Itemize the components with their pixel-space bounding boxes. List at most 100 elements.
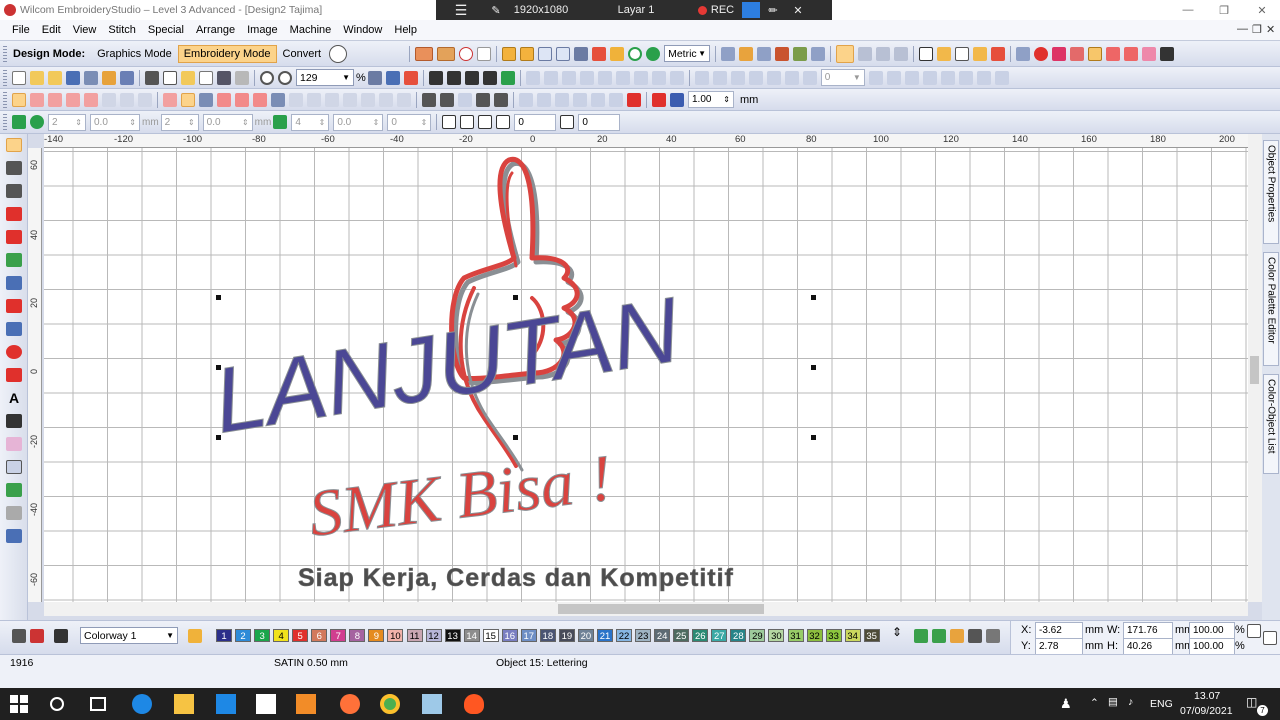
select-arrow-icon[interactable]: [6, 138, 22, 152]
lock-proportions-icon[interactable]: [1247, 624, 1261, 638]
fill-type-icon-8[interactable]: [289, 92, 303, 107]
mdi-minimize-button[interactable]: —: [1237, 23, 1248, 35]
colorway-tool-icon-1[interactable]: [12, 629, 26, 643]
stitch-toggle-icon-2[interactable]: [446, 70, 461, 85]
checkbox-icon[interactable]: [919, 46, 934, 61]
wave-icon[interactable]: [6, 230, 22, 244]
language-indicator[interactable]: ENG: [1150, 698, 1173, 710]
colorway-tool-icon-2[interactable]: [30, 629, 44, 643]
volume-icon[interactable]: ♪: [1128, 696, 1133, 708]
color-swatch[interactable]: 17: [520, 629, 537, 642]
align-icon-8[interactable]: [651, 70, 666, 85]
stitch-type-icon-4[interactable]: [66, 92, 80, 107]
reset-icon[interactable]: [30, 115, 44, 129]
menu-help[interactable]: Help: [388, 20, 423, 41]
property-spinner-1[interactable]: 2 ⇕: [48, 113, 86, 131]
pull-comp-blue-icon[interactable]: [670, 92, 684, 107]
menu-edit[interactable]: Edit: [36, 20, 67, 41]
color-swatch[interactable]: 9: [368, 629, 385, 642]
align-icon-5[interactable]: [597, 70, 612, 85]
hoop-icon[interactable]: [721, 46, 736, 61]
windows-start-icon[interactable]: [10, 695, 28, 713]
y-field[interactable]: 2.78: [1035, 638, 1083, 655]
design-text-tagline[interactable]: Siap Kerja, Cerdas dan Kompetitif: [298, 564, 734, 593]
menu-arrange[interactable]: Arrange: [190, 20, 241, 41]
fill-type-icon-9[interactable]: [307, 92, 321, 107]
reshape-green-icon[interactable]: [12, 115, 26, 129]
edge-icon[interactable]: [132, 694, 152, 714]
outline-tool-icon[interactable]: [477, 46, 492, 61]
fill-tool-icon[interactable]: [415, 46, 434, 61]
view-icon-3[interactable]: [894, 46, 909, 61]
reshape-node-icon[interactable]: [6, 161, 22, 175]
text-tool-icon[interactable]: A: [6, 391, 22, 405]
fill-type-icon-1[interactable]: [163, 92, 177, 107]
menu-image[interactable]: Image: [241, 20, 284, 41]
network-icon[interactable]: ▤: [1108, 696, 1118, 708]
align-icon-1[interactable]: [525, 70, 540, 85]
color-swatch[interactable]: 10: [387, 629, 404, 642]
stitch-edit-icon[interactable]: [6, 207, 22, 221]
save-icon[interactable]: [66, 70, 80, 85]
tab-object-properties[interactable]: Object Properties: [1263, 140, 1279, 244]
fill-type-icon-13[interactable]: [379, 92, 393, 107]
menu-window[interactable]: Window: [337, 20, 388, 41]
color-swatch[interactable]: 7: [330, 629, 347, 642]
color-swatch[interactable]: 30: [768, 629, 785, 642]
color-swatch[interactable]: 19: [558, 629, 575, 642]
color-swatch[interactable]: 32: [806, 629, 823, 642]
convert-button[interactable]: Convert: [277, 45, 328, 63]
rotate-icon-1[interactable]: [868, 70, 883, 85]
design-text-lanjutan[interactable]: LANJUTAN: [207, 278, 687, 453]
pin-icon[interactable]: ✎: [486, 4, 506, 17]
add-color-icon[interactable]: [914, 629, 928, 643]
globe-icon[interactable]: [329, 44, 348, 63]
vertical-scrollbar[interactable]: [1248, 134, 1262, 602]
rotate-icon-7[interactable]: [976, 70, 991, 85]
frame-tool-icon[interactable]: [6, 460, 22, 474]
stitch-type-icon-6[interactable]: [102, 92, 116, 107]
tie-icon[interactable]: [991, 46, 1006, 61]
fill-type-icon-5[interactable]: [235, 92, 249, 107]
overview-icon[interactable]: [385, 70, 400, 85]
fill-type-icon-11[interactable]: [343, 92, 357, 107]
lock-icon[interactable]: [1106, 46, 1121, 61]
align-icon-9[interactable]: [669, 70, 684, 85]
pen-icon[interactable]: ✏: [760, 4, 786, 17]
design-canvas[interactable]: LANJUTAN SMK Bisa ! Siap Kerja, Cerdas d…: [44, 148, 1248, 602]
effect-icon-2[interactable]: [610, 46, 625, 61]
color-swatch[interactable]: 16: [501, 629, 518, 642]
color-swatch[interactable]: 6: [311, 629, 328, 642]
grid-toggle-icon[interactable]: [367, 70, 382, 85]
rotate-icon-2[interactable]: [886, 70, 901, 85]
x-field[interactable]: -3.62: [1035, 622, 1083, 639]
colorway-tool-icon-3[interactable]: [54, 629, 68, 643]
align-icon-2[interactable]: [543, 70, 558, 85]
ellipse-tool-icon[interactable]: [6, 345, 22, 359]
color-swatch[interactable]: 14: [463, 629, 480, 642]
help-icon[interactable]: [403, 70, 418, 85]
color-swatch[interactable]: 25: [673, 629, 690, 642]
menu-icon[interactable]: ☰: [436, 2, 486, 19]
color-swatch[interactable]: 1: [216, 629, 232, 642]
curve-tool-icon[interactable]: [6, 322, 22, 336]
effect-icon-c[interactable]: [458, 92, 472, 107]
grid-icon[interactable]: [538, 46, 553, 61]
property-spinner-4[interactable]: 0.0 ⇕: [202, 113, 253, 131]
units-select[interactable]: Metric ▼: [664, 45, 711, 62]
stitch-icon-2[interactable]: [520, 46, 535, 61]
color-swatch[interactable]: 34: [844, 629, 861, 642]
color-swatch[interactable]: 12: [425, 629, 442, 642]
embroidery-mode-button[interactable]: Embroidery Mode: [177, 44, 277, 63]
new-file-icon[interactable]: [12, 70, 26, 85]
rotate-icon-5[interactable]: [940, 70, 955, 85]
reshape-icon[interactable]: [1016, 46, 1031, 61]
distribute-icon-2[interactable]: [712, 70, 727, 85]
open-design-icon[interactable]: [48, 70, 62, 85]
satin-tool-icon[interactable]: [437, 46, 456, 61]
distribute-icon-5[interactable]: [766, 70, 781, 85]
copy-icon[interactable]: [163, 70, 177, 85]
media-player-icon[interactable]: [296, 694, 316, 714]
tree-icon[interactable]: [793, 46, 808, 61]
minimize-button[interactable]: —: [1170, 0, 1206, 20]
